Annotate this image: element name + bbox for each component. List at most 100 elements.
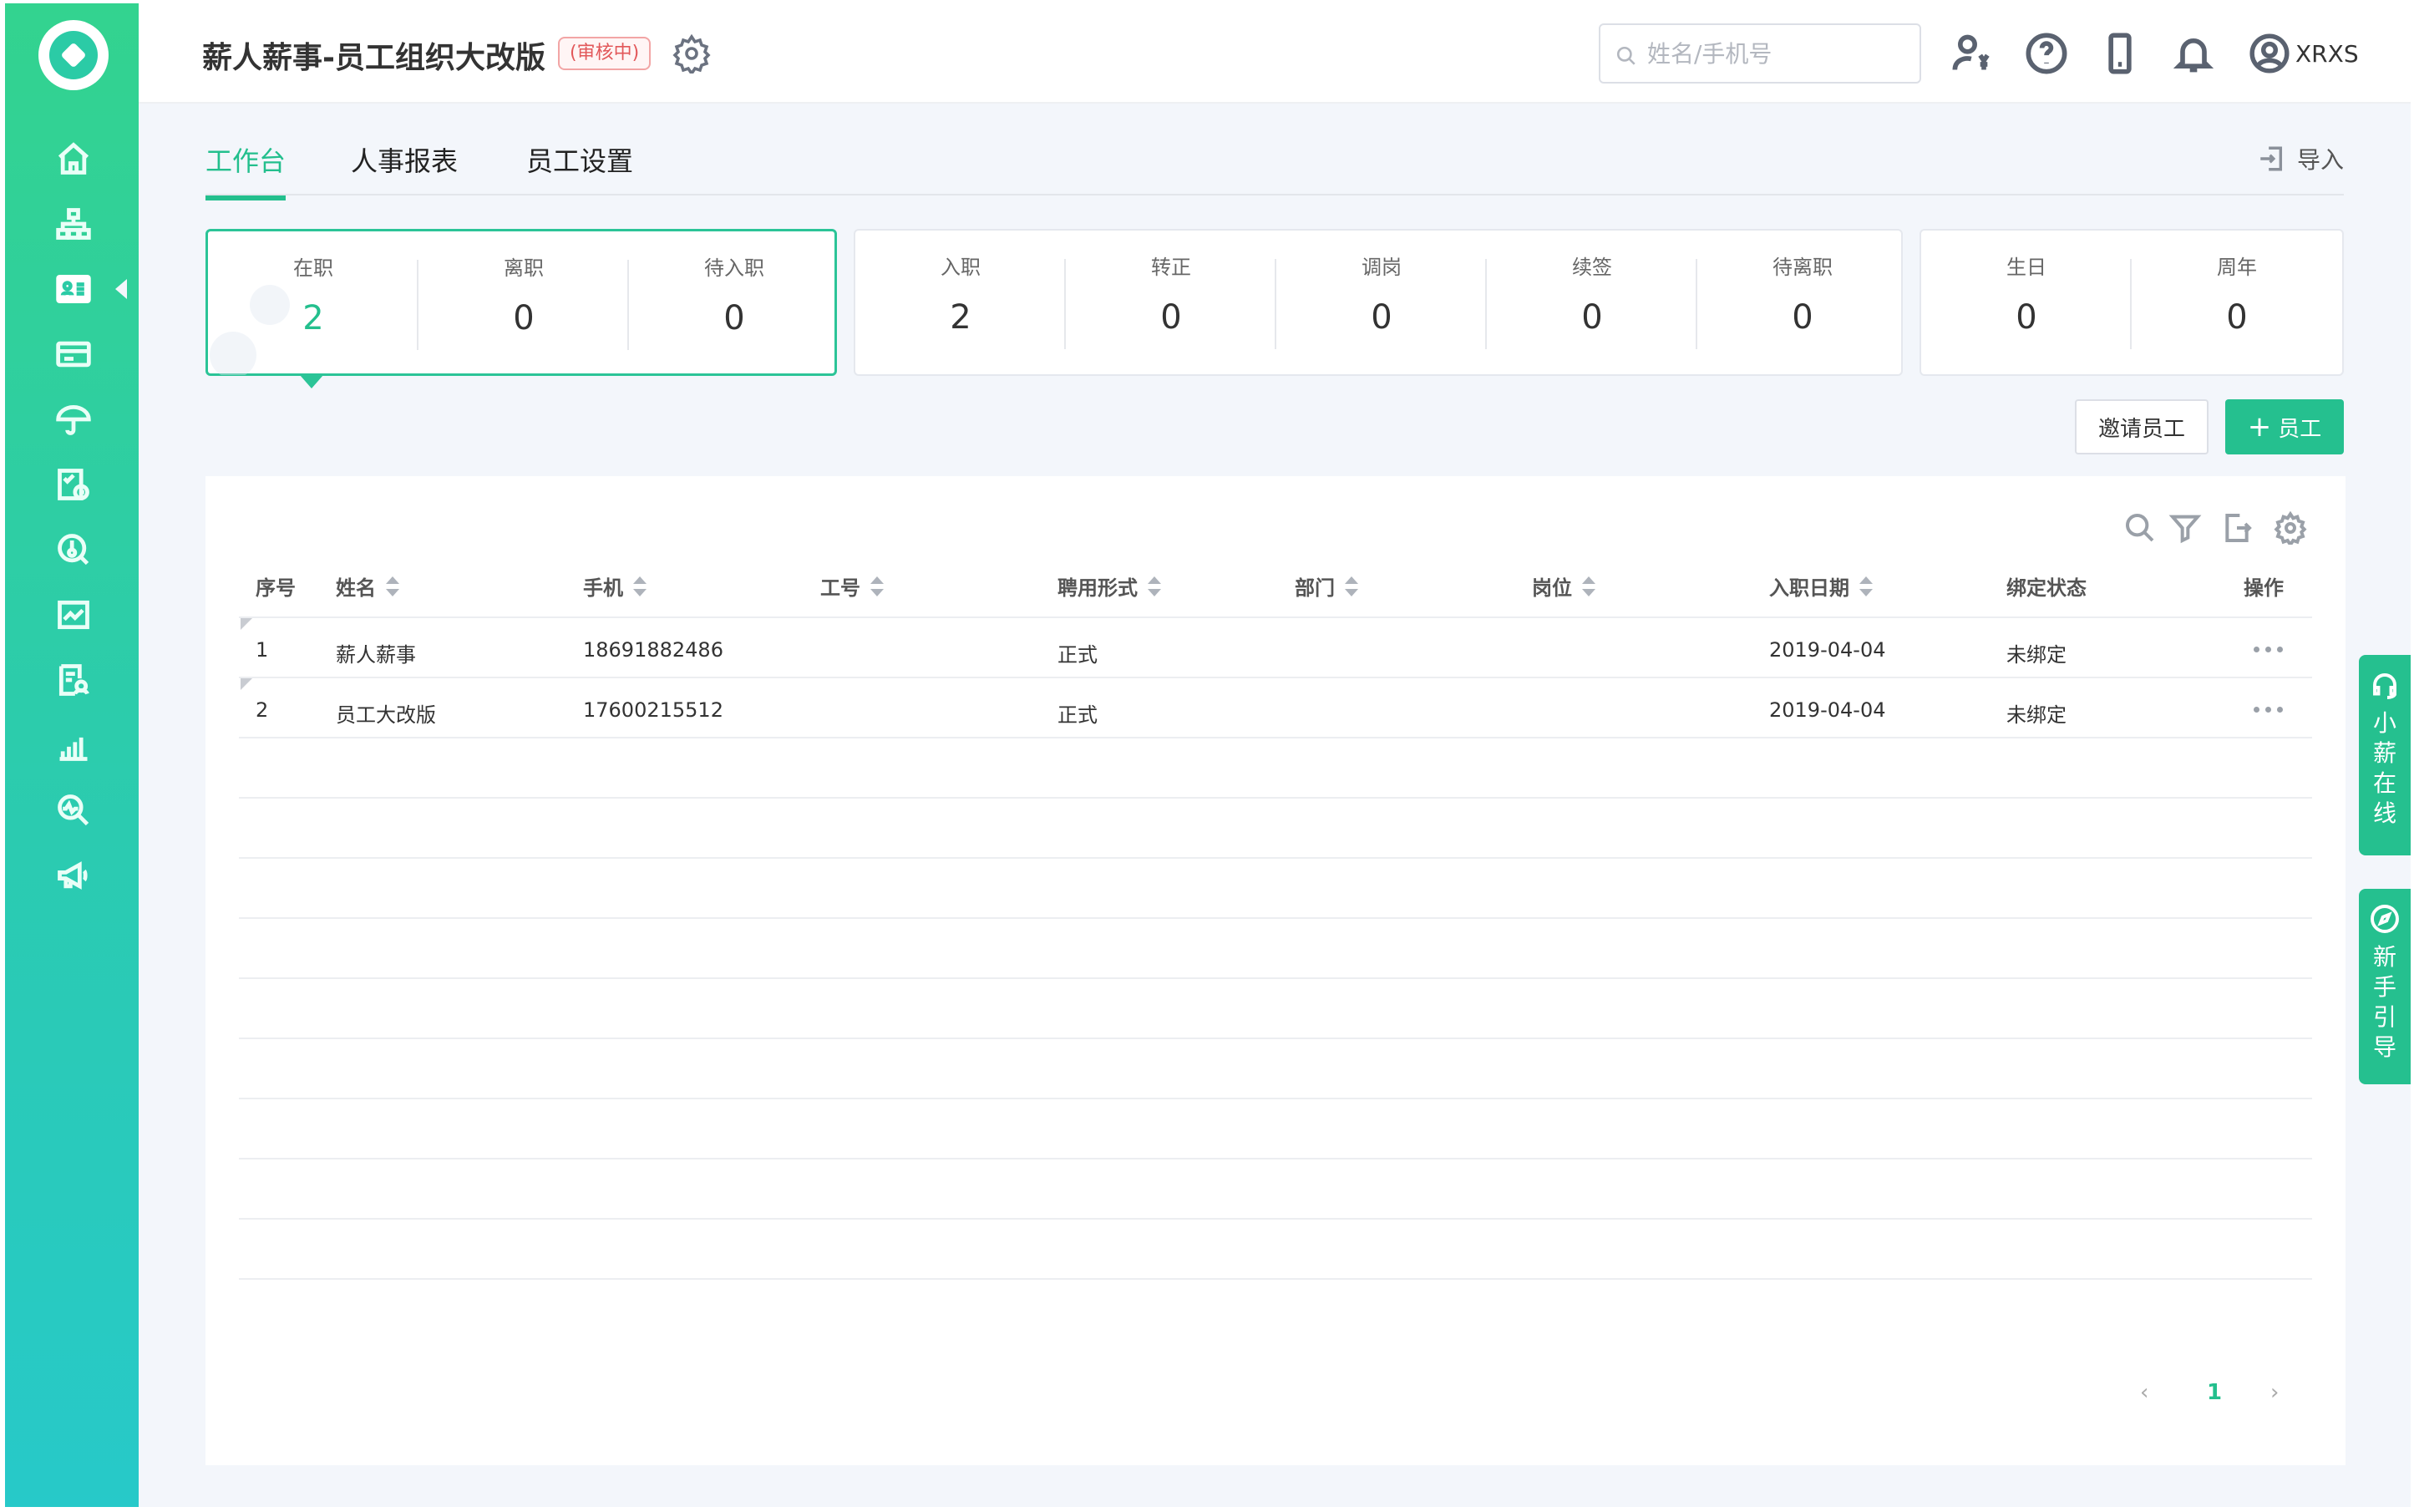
cell-bind-status: 未绑定 xyxy=(2006,703,2067,727)
main-content: 工作台 人事报表 员工设置 导入 在职 2 离职 0 待入职 0 入职 2 转正… xyxy=(139,104,2411,1507)
sort-icon[interactable] xyxy=(870,576,884,596)
attendance-icon[interactable] xyxy=(53,464,94,505)
stat-card-changes: 入职 2 转正 0 调岗 0 续签 0 待离职 0 xyxy=(854,229,1903,376)
sort-icon[interactable] xyxy=(1345,576,1358,596)
cell-index: 1 xyxy=(256,638,269,662)
more-actions-icon[interactable] xyxy=(2254,707,2283,713)
top-header: 薪人薪事-员工组织大改版 (审核中) XRXS xyxy=(139,3,2411,104)
stat-label: 周年 xyxy=(2217,256,2257,279)
prev-page-button[interactable]: ‹ xyxy=(2140,1380,2148,1405)
stat-regularized[interactable]: 转正 0 xyxy=(1066,251,1276,337)
col-header-bind-status: 绑定状态 xyxy=(2006,576,2087,600)
stat-transferred[interactable]: 调岗 0 xyxy=(1276,251,1487,337)
next-page-button[interactable]: › xyxy=(2270,1380,2279,1405)
table-search-icon[interactable] xyxy=(2123,511,2160,548)
more-actions-icon[interactable] xyxy=(2254,647,2283,652)
mobile-icon[interactable] xyxy=(2095,28,2145,79)
online-support-tab[interactable]: 小薪在线 xyxy=(2359,655,2411,855)
table-settings-gear-icon[interactable] xyxy=(2274,510,2310,548)
page-number-current[interactable]: 1 xyxy=(2207,1380,2222,1405)
stat-birthday[interactable]: 生日 0 xyxy=(1921,251,2132,337)
stat-renewed[interactable]: 续签 0 xyxy=(1487,251,1697,337)
col-header-department[interactable]: 部门 xyxy=(1295,571,1358,601)
sort-icon[interactable] xyxy=(633,576,647,596)
invite-employee-button[interactable]: 邀请员工 xyxy=(2075,399,2209,454)
thermometer-search-icon[interactable] xyxy=(53,530,94,570)
stat-value: 0 xyxy=(1160,298,1182,337)
recruit-doc-icon[interactable] xyxy=(53,660,94,700)
salary-user-icon[interactable] xyxy=(1948,28,1998,79)
stat-value: 0 xyxy=(1371,298,1392,337)
cell-phone: 17600215512 xyxy=(583,698,723,722)
stat-label: 离职 xyxy=(504,256,544,280)
user-menu[interactable]: XRXS xyxy=(2249,28,2359,79)
sort-icon[interactable] xyxy=(1859,576,1873,596)
status-badge: (审核中) xyxy=(558,37,652,70)
bell-icon[interactable] xyxy=(2168,28,2219,79)
compass-icon xyxy=(2371,905,2399,933)
employee-card-icon[interactable] xyxy=(53,269,127,309)
help-icon[interactable] xyxy=(2021,28,2072,79)
app-window: 薪人薪事-员工组织大改版 (审核中) XRXS 工作台 人事报表 xyxy=(0,0,2414,1512)
col-header-actions: 操作 xyxy=(2244,576,2284,600)
row-divider xyxy=(239,917,2312,919)
sort-icon[interactable] xyxy=(386,576,399,596)
settings-gear-icon[interactable] xyxy=(672,33,712,77)
stat-label: 生日 xyxy=(2006,256,2046,279)
stat-onboarded[interactable]: 入职 2 xyxy=(855,251,1066,337)
tab-employee-settings[interactable]: 员工设置 xyxy=(526,140,633,195)
col-header-hire-date[interactable]: 入职日期 xyxy=(1769,571,1873,601)
cell-name[interactable]: 员工大改版 xyxy=(336,698,436,728)
import-button[interactable]: 导入 xyxy=(2257,142,2344,175)
cell-employment-type: 正式 xyxy=(1057,643,1098,667)
filter-icon[interactable] xyxy=(2168,511,2205,548)
stat-resigned[interactable]: 离职 0 xyxy=(418,251,629,337)
beginner-guide-tab[interactable]: 新手引导 xyxy=(2359,889,2411,1084)
analytics-search-icon[interactable] xyxy=(53,790,94,830)
plus-icon: + xyxy=(2247,410,2272,444)
row-divider xyxy=(239,1098,2312,1099)
stat-active[interactable]: 在职 2 xyxy=(208,251,418,337)
col-header-employment-type[interactable]: 聘用形式 xyxy=(1057,571,1161,601)
cell-index: 2 xyxy=(256,698,269,722)
col-header-name[interactable]: 姓名 xyxy=(336,571,399,601)
sort-icon[interactable] xyxy=(1582,576,1595,596)
stat-value: 0 xyxy=(2016,298,2037,337)
stat-anniversary[interactable]: 周年 0 xyxy=(2132,251,2342,337)
add-employee-button[interactable]: + 员工 xyxy=(2225,399,2344,454)
app-logo[interactable] xyxy=(38,20,109,90)
stat-value: 0 xyxy=(1792,298,1813,337)
row-divider xyxy=(239,1038,2312,1039)
search-box[interactable] xyxy=(1599,23,1921,84)
announcement-megaphone-icon[interactable] xyxy=(53,855,94,896)
col-header-emp-no[interactable]: 工号 xyxy=(820,571,884,601)
performance-chart-icon[interactable] xyxy=(53,595,94,635)
cell-bind-status: 未绑定 xyxy=(2006,643,2067,667)
org-chart-icon[interactable] xyxy=(53,204,94,244)
insurance-umbrella-icon[interactable] xyxy=(53,399,94,439)
row-divider xyxy=(239,857,2312,859)
payroll-card-icon[interactable] xyxy=(53,334,94,374)
stat-value: 0 xyxy=(513,299,535,337)
search-input[interactable] xyxy=(1647,37,1906,70)
row-divider xyxy=(239,977,2312,979)
tab-bar: 工作台 人事报表 员工设置 导入 xyxy=(205,140,2344,200)
stat-label: 转正 xyxy=(1151,256,1191,279)
bar-chart-icon[interactable] xyxy=(53,725,94,765)
tab-hr-reports[interactable]: 人事报表 xyxy=(351,140,458,195)
export-icon[interactable] xyxy=(2220,511,2257,548)
stat-pending-onboard[interactable]: 待入职 0 xyxy=(629,251,839,337)
sort-icon[interactable] xyxy=(1148,576,1161,596)
stat-pending-leave[interactable]: 待离职 0 xyxy=(1697,251,1908,337)
headset-icon xyxy=(2373,673,2396,699)
cell-name[interactable]: 薪人薪事 xyxy=(336,638,416,667)
col-header-index: 序号 xyxy=(256,576,296,600)
online-support-label: 小薪在线 xyxy=(2372,709,2396,827)
tab-workbench[interactable]: 工作台 xyxy=(205,140,287,200)
stat-value: 0 xyxy=(1581,298,1603,337)
home-icon[interactable] xyxy=(53,139,94,179)
stat-card-headcount[interactable]: 在职 2 离职 0 待入职 0 xyxy=(205,229,839,388)
cell-phone: 18691882486 xyxy=(583,638,723,662)
col-header-phone[interactable]: 手机 xyxy=(583,571,647,601)
col-header-position[interactable]: 岗位 xyxy=(1532,571,1595,601)
